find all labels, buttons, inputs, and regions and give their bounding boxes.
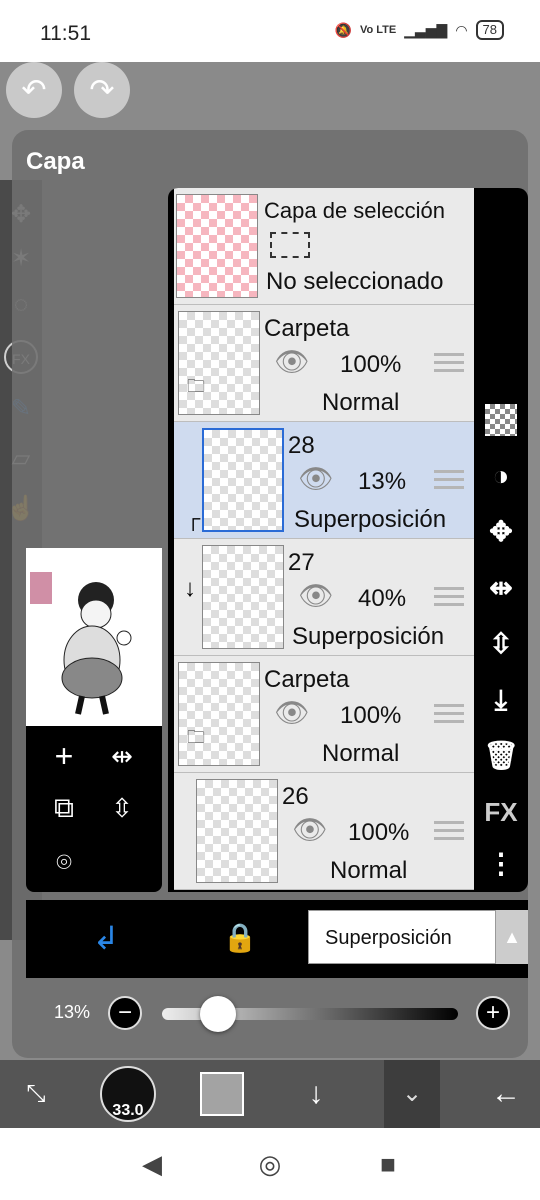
visibility-eye-icon[interactable]: 👁 — [290, 816, 330, 844]
layer-row[interactable]: 26 👁 100% Normal — [174, 773, 474, 890]
undo-button[interactable]: ↶ — [6, 62, 62, 118]
battery-indicator: 78 — [475, 20, 504, 40]
more-options-icon[interactable]: ⋮ — [481, 844, 521, 884]
transparency-checker-icon[interactable] — [481, 400, 521, 440]
clipping-arrow-icon: ↓ — [184, 575, 196, 602]
trash-icon[interactable]: 🗑 — [481, 736, 521, 776]
bottom-toolbar: ⤡ 33.0 ↓ ⌄ ← — [0, 1060, 540, 1128]
dialog-title: Capa — [26, 148, 85, 175]
down-arrow-icon[interactable]: ↓ — [292, 1066, 340, 1122]
flip-vertical-canvas-icon[interactable]: ⇳ — [102, 788, 142, 828]
drag-handle-icon[interactable] — [434, 470, 464, 494]
wifi-icon: ◠ — [455, 21, 468, 38]
layer-name: 26 — [282, 783, 309, 810]
signal-icon: ▁▃▅▇ — [404, 21, 448, 38]
chevron-down-icon: ⌄ — [401, 1080, 423, 1107]
fx-button[interactable]: FX — [481, 792, 521, 832]
visibility-eye-icon[interactable]: 👁 — [272, 348, 312, 376]
opacity-increase-button[interactable]: + — [476, 996, 510, 1030]
layer-thumbnail — [176, 194, 258, 298]
visibility-eye-icon[interactable]: 👁 — [296, 582, 336, 610]
drag-handle-icon[interactable] — [434, 821, 464, 845]
opacity-slider-thumb[interactable] — [200, 996, 237, 1032]
blend-mode-select[interactable]: Superposición — [308, 910, 496, 964]
layer-row[interactable]: ↓ 27 👁 40% Superposición — [174, 539, 474, 656]
layer-row-selection[interactable]: Capa de selección No seleccionado — [174, 188, 474, 305]
flip-vertical-icon[interactable]: ⇳ — [481, 624, 521, 664]
opacity-decrease-button[interactable]: − — [108, 996, 142, 1030]
opacity-label: 13% — [54, 1002, 91, 1022]
status-icons: 🔕 Vo LTE ▁▃▅▇ ◠ 78 — [335, 20, 504, 40]
move-layer-icon[interactable]: ✥ — [481, 512, 521, 552]
visibility-eye-icon[interactable]: 👁 — [296, 465, 336, 493]
layer-preview-image — [26, 548, 162, 726]
selection-status: No seleccionado — [266, 268, 444, 295]
layer-name: 27 — [288, 549, 315, 576]
drag-handle-icon[interactable] — [434, 704, 464, 728]
character-preview — [30, 572, 132, 715]
system-navigation-bar: ◀ ◎ ■ — [0, 1128, 540, 1200]
add-layer-icon[interactable]: + — [44, 736, 84, 776]
tool-switch-icon[interactable]: ⤡ — [12, 1066, 60, 1122]
layer-actions-column: ◑ ✥ ⇹ ⇳ ⤓ 🗑 FX ⋮ — [474, 188, 528, 892]
drag-handle-icon[interactable] — [434, 587, 464, 611]
layer-opacity: 40% — [358, 585, 407, 612]
layer-name: Capa de selección — [264, 198, 446, 223]
layer-thumbnail: 🗀 — [178, 311, 260, 415]
blend-mode-arrow-icon[interactable]: ▲ — [496, 910, 528, 964]
layer-row[interactable]: 🗀 Carpeta 👁 100% Normal — [174, 305, 474, 422]
layer-name: Carpeta — [264, 315, 350, 342]
layer-thumbnail — [202, 428, 284, 532]
folder-icon: 🗀 — [187, 727, 205, 747]
duplicate-layer-icon[interactable]: ⧉ — [44, 788, 84, 828]
layer-panel-button[interactable]: ⌄ — [384, 1060, 440, 1128]
clipping-arrow-icon: ┌ — [186, 508, 201, 530]
layer-thumbnail: 🗀 — [178, 662, 260, 766]
layer-row-selected[interactable]: ┌ 28 👁 13% Superposición — [174, 422, 474, 539]
redo-icon: ↷ — [89, 73, 115, 107]
undo-icon: ↶ — [21, 73, 47, 107]
clipping-arrow-icon[interactable]: ↲ — [84, 916, 128, 960]
folder-icon: 🗀 — [187, 376, 205, 396]
drag-handle-icon[interactable] — [434, 353, 464, 377]
redo-button[interactable]: ↷ — [74, 62, 130, 118]
nav-home-icon[interactable]: ◎ — [254, 1148, 286, 1180]
layer-name: Carpeta — [264, 666, 350, 693]
nav-back-icon[interactable]: ◀ — [136, 1148, 168, 1180]
lock-alpha-icon[interactable]: 🔒 — [218, 916, 262, 960]
layer-blend-mode: Normal — [322, 740, 400, 767]
layer-list[interactable]: Capa de selección No seleccionado 🗀 Carp… — [168, 188, 474, 892]
layer-dialog: Capa Capa de selección No seleccionado 🗀… — [12, 130, 528, 1058]
opacity-control: 13% − + — [26, 982, 528, 1046]
contrast-icon[interactable]: ◑ — [481, 456, 521, 496]
network-label: Vo LTE — [359, 24, 397, 36]
color-swatch[interactable] — [200, 1072, 244, 1116]
mute-icon: 🔕 — [334, 21, 352, 38]
layer-name: 28 — [288, 432, 315, 459]
status-time: 11:51 — [40, 22, 91, 45]
layer-blend-mode: Superposición — [294, 506, 447, 533]
brush-size-indicator[interactable]: 33.0 — [100, 1066, 156, 1122]
layer-blend-mode: Normal — [322, 389, 400, 416]
layer-opacity: 13% — [358, 468, 407, 495]
layer-blend-mode: Superposición — [292, 623, 445, 650]
nav-recents-icon[interactable]: ■ — [372, 1148, 404, 1180]
layer-row[interactable]: 🗀 Carpeta 👁 100% Normal — [174, 656, 474, 773]
flip-canvas-icon[interactable]: ⇹ — [102, 736, 142, 776]
layer-opacity: 100% — [340, 702, 402, 729]
layer-thumbnail — [202, 545, 284, 649]
flip-horizontal-icon[interactable]: ⇹ — [481, 568, 521, 608]
layer-opacity: 100% — [348, 819, 410, 846]
camera-icon[interactable]: ⌾ — [44, 842, 84, 882]
visibility-eye-icon[interactable]: 👁 — [272, 699, 312, 727]
selection-marquee-icon — [270, 232, 310, 258]
layer-controls-bar: ↲ 🔒 Superposición ▲ — [26, 900, 528, 978]
back-arrow-icon[interactable]: ← — [480, 1066, 532, 1122]
preview-controls: + ⇹ ⧉ ⇳ ⌾ — [26, 726, 162, 892]
status-bar: 11:51 🔕 Vo LTE ▁▃▅▇ ◠ 78 — [0, 0, 540, 62]
layer-opacity: 100% — [340, 351, 402, 378]
merge-down-icon[interactable]: ⤓ — [481, 680, 521, 720]
layer-blend-mode: Normal — [330, 857, 408, 884]
layer-thumbnail — [196, 779, 278, 883]
